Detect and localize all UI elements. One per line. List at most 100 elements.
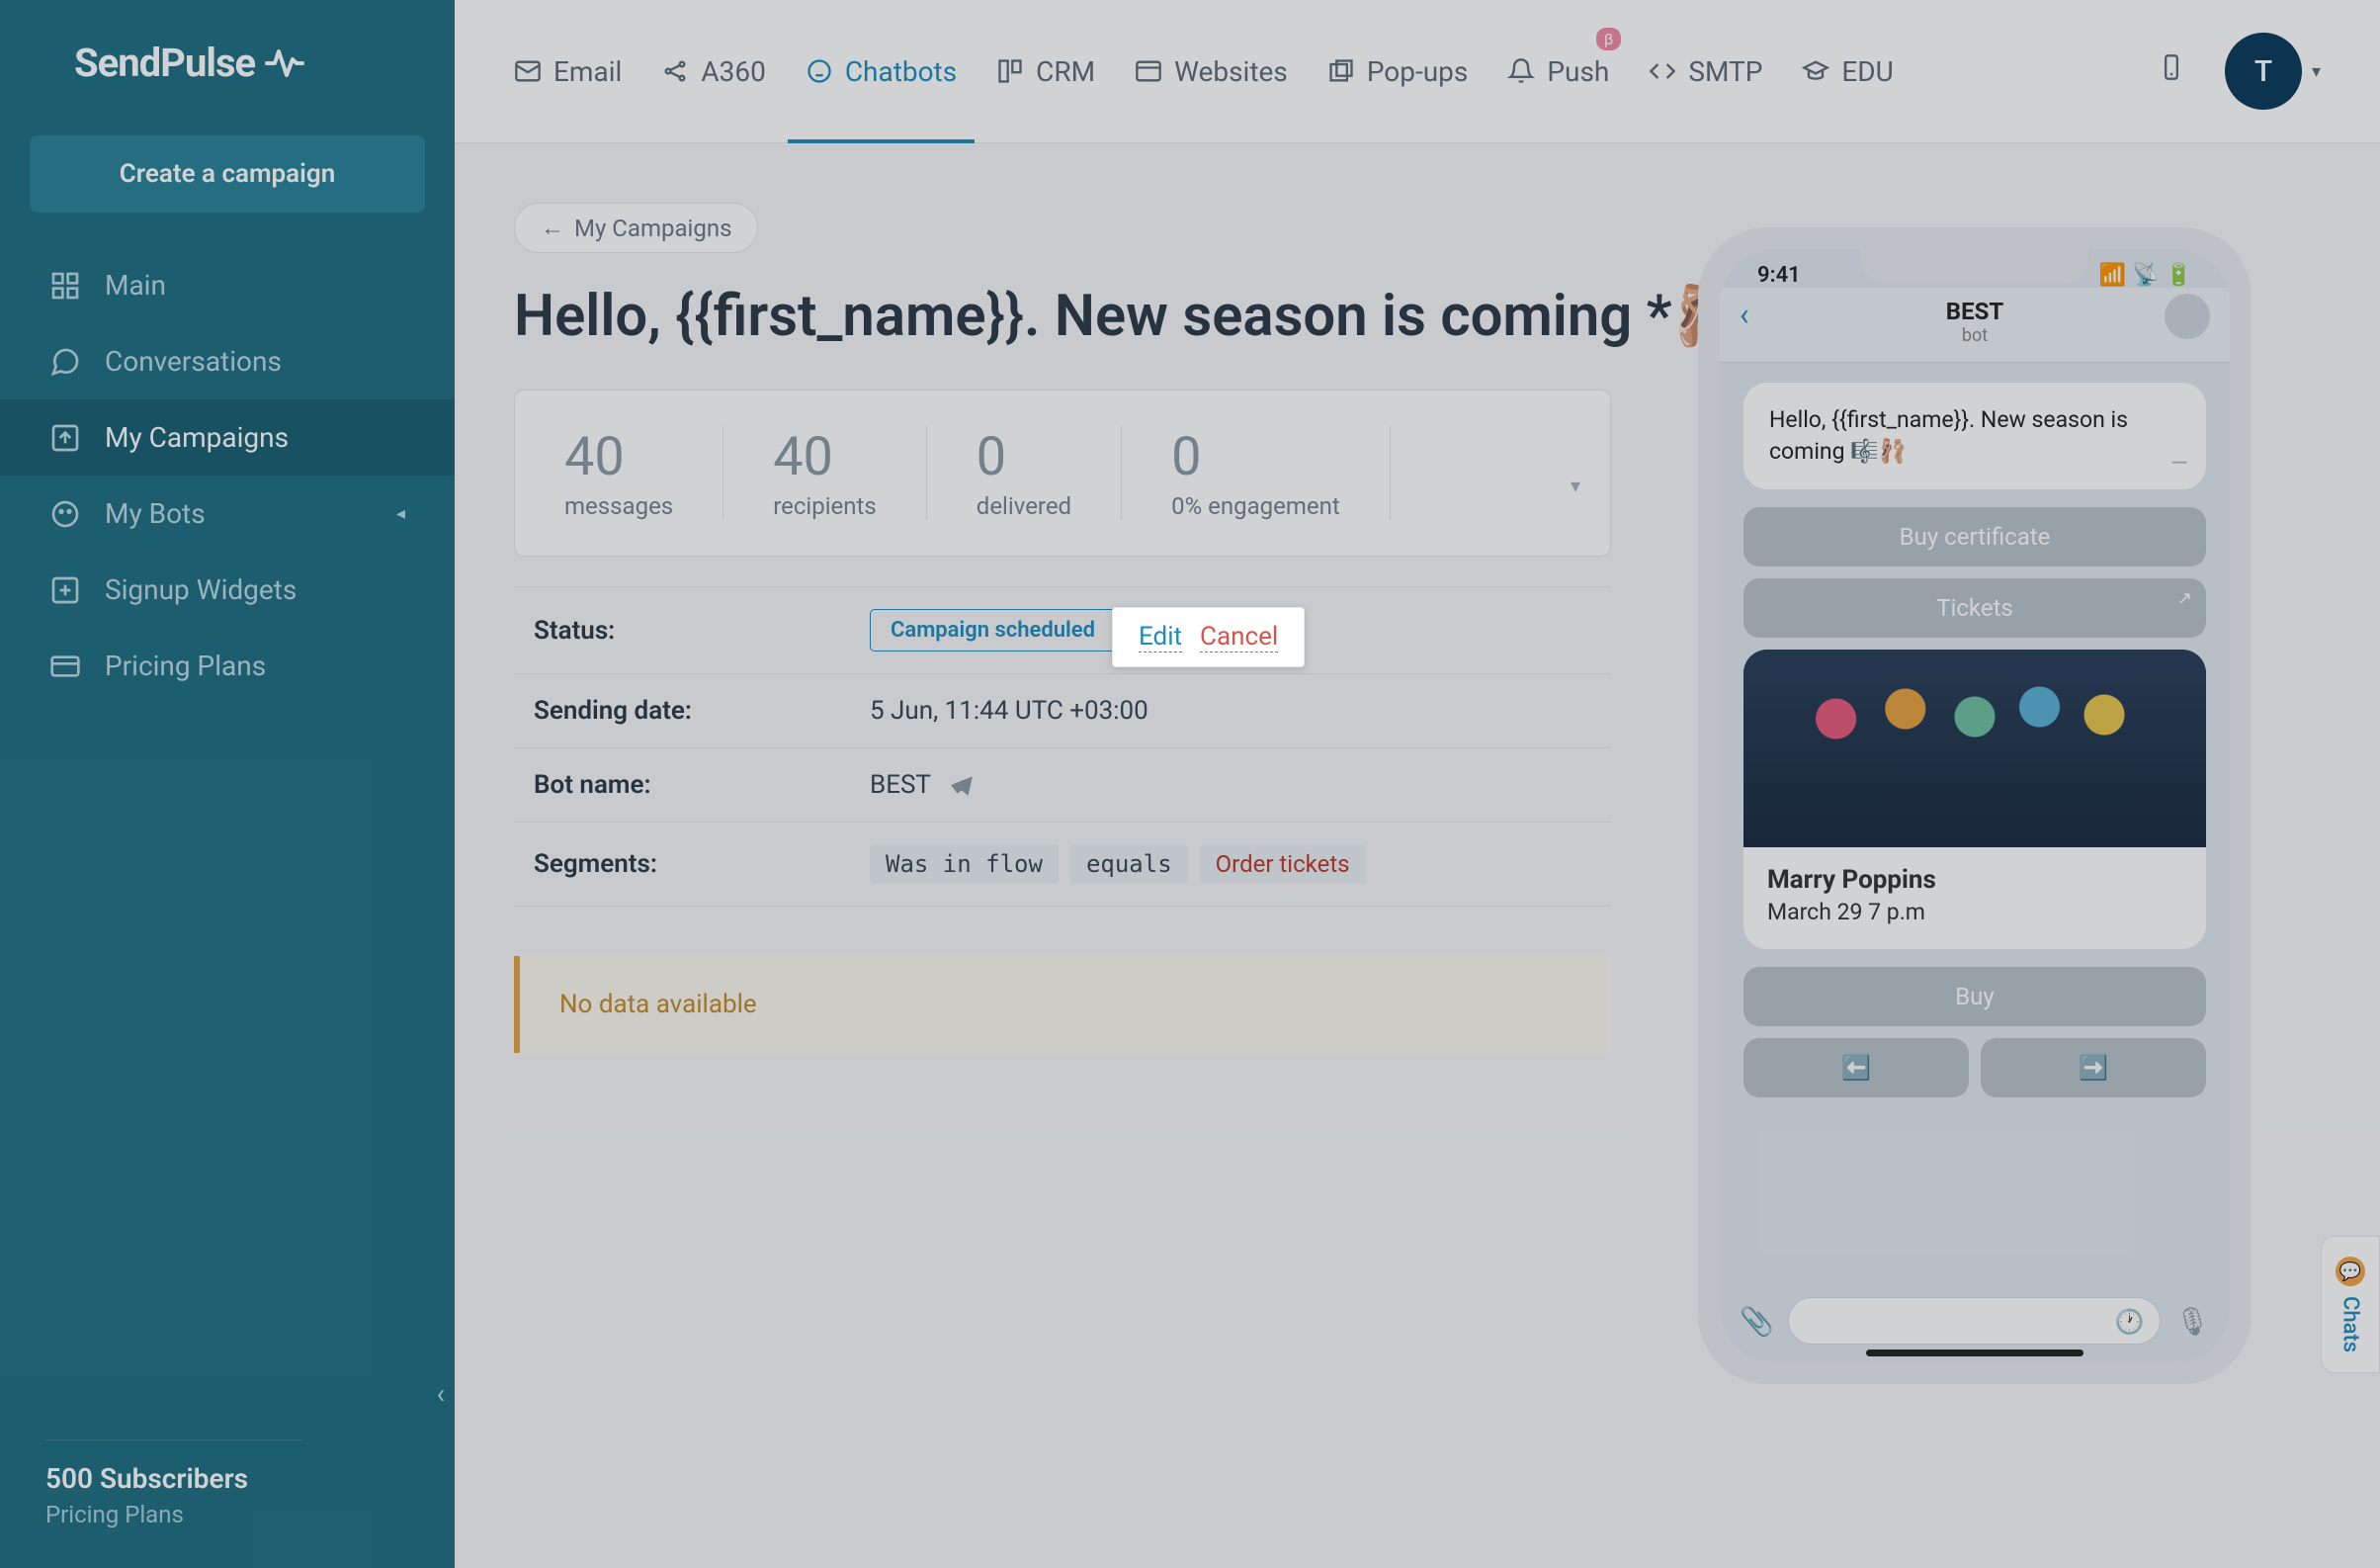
card-image xyxy=(1743,650,2206,847)
tab-push[interactable]: Pushβ xyxy=(1507,0,1609,143)
card-date: March 29 7 p.m xyxy=(1767,899,2182,925)
pricing-link[interactable]: Pricing Plans xyxy=(45,1501,302,1528)
tab-label: Websites xyxy=(1174,55,1288,88)
tickets-button[interactable]: Tickets↗ xyxy=(1743,578,2206,638)
prev-button[interactable]: ⬅️ xyxy=(1743,1038,1969,1097)
status-icons: 📶📡🔋 xyxy=(2099,263,2192,288)
home-bar xyxy=(1866,1350,2083,1356)
chat-bubble-icon: 💬 xyxy=(2336,1257,2365,1286)
phone-body: Hello, {{first_name}}. New season is com… xyxy=(1720,363,2230,1298)
telegram-icon xyxy=(949,772,975,798)
row-key: Bot name: xyxy=(534,770,870,800)
stat-messages: 40 messages xyxy=(515,426,723,520)
stat-label: recipients xyxy=(773,492,877,520)
stat-label: delivered xyxy=(977,492,1071,520)
tab-email[interactable]: Email xyxy=(514,0,622,143)
cancel-link-highlight[interactable]: Cancel xyxy=(1200,622,1278,653)
card-title: Marry Poppins xyxy=(1767,865,2182,895)
widget-icon xyxy=(49,574,81,606)
top-nav: Email A360 Chatbots CRM Websites Pop-ups… xyxy=(455,0,2380,143)
status-badge: Campaign scheduled xyxy=(870,609,1116,652)
chats-side-tab[interactable]: 💬 Chats xyxy=(2321,1236,2380,1373)
segment-value: Order tickets xyxy=(1200,844,1366,884)
buy-button[interactable]: Buy xyxy=(1743,967,2206,1026)
row-segments: Segments: Was in flow equals Order ticke… xyxy=(514,823,1611,907)
breadcrumb[interactable]: ← My Campaigns xyxy=(514,203,758,253)
mail-icon xyxy=(514,57,542,85)
segment-op: equals xyxy=(1070,844,1188,884)
logo[interactable]: SendPulse xyxy=(0,0,455,116)
stat-value: 0 xyxy=(1171,426,1340,488)
chatbot-icon xyxy=(806,57,833,85)
sidebar-item-label: Pricing Plans xyxy=(105,650,266,682)
event-card: Marry Poppins March 29 7 p.m xyxy=(1743,650,2206,949)
chats-label: Chats xyxy=(2338,1296,2363,1352)
phone-time: 9:41 xyxy=(1757,263,1801,288)
pulse-icon xyxy=(265,44,304,83)
sidebar-item-campaigns[interactable]: My Campaigns xyxy=(0,399,455,476)
chat-icon xyxy=(49,346,81,378)
button-label: Tickets xyxy=(1936,594,2013,622)
subscriber-count: 500 Subscribers xyxy=(45,1462,302,1495)
attach-icon[interactable]: 📎 xyxy=(1740,1305,1774,1338)
sidebar-item-widgets[interactable]: Signup Widgets xyxy=(0,552,455,628)
sidebar-nav: Main Conversations My Campaigns My Bots◂… xyxy=(0,247,455,704)
row-key: Status: xyxy=(534,616,870,646)
stat-value: 40 xyxy=(564,426,673,488)
tab-label: Push xyxy=(1547,55,1609,88)
create-campaign-button[interactable]: Create a campaign xyxy=(30,135,425,213)
tab-edu[interactable]: EDU xyxy=(1802,0,1893,143)
sidebar-item-conversations[interactable]: Conversations xyxy=(0,323,455,399)
divider xyxy=(45,1439,302,1440)
row-value: BEST xyxy=(870,770,975,800)
stat-delivered: 0delivered xyxy=(927,426,1122,520)
sidebar-item-main[interactable]: Main xyxy=(0,247,455,323)
stats-panel: 40 messages 40recipients 0delivered 0 0% e… xyxy=(514,390,1611,557)
stat-label: 0% engagement xyxy=(1171,492,1340,520)
logo-text: SendPulse xyxy=(74,40,255,86)
phone-input-bar: 📎 🕐 🎙 xyxy=(1740,1297,2210,1345)
sidebar-footer: 500 Subscribers Pricing Plans xyxy=(45,1439,302,1528)
buy-certificate-button[interactable]: Buy certificate xyxy=(1743,507,2206,566)
phone-subtitle: bot xyxy=(1720,325,2230,346)
row-value: Was in flow equals Order tickets xyxy=(870,844,1366,884)
message-input[interactable]: 🕐 xyxy=(1788,1297,2162,1345)
tab-a360[interactable]: A360 xyxy=(661,0,765,143)
edu-icon xyxy=(1802,57,1829,85)
tab-smtp[interactable]: SMTP xyxy=(1649,0,1762,143)
sidebar-item-pricing[interactable]: Pricing Plans xyxy=(0,628,455,704)
browser-icon xyxy=(1135,57,1162,85)
tab-websites[interactable]: Websites xyxy=(1135,0,1288,143)
sidebar-collapse-button[interactable]: ‹ xyxy=(437,1377,445,1410)
message-bubble: Hello, {{first_name}}. New season is com… xyxy=(1743,383,2206,489)
sidebar-item-label: Main xyxy=(105,269,166,302)
mic-icon[interactable]: 🎙 xyxy=(2174,1305,2210,1338)
bubble-meta: — xyxy=(2170,448,2188,479)
tab-chatbots[interactable]: Chatbots xyxy=(806,0,957,143)
sidebar-item-bots[interactable]: My Bots◂ xyxy=(0,476,455,552)
edit-link-highlight[interactable]: Edit xyxy=(1139,622,1182,653)
next-button[interactable]: ➡️ xyxy=(1981,1038,2206,1097)
stat-recipients: 40recipients xyxy=(723,426,927,520)
stats-dropdown[interactable]: ▾ xyxy=(1571,474,1580,497)
mobile-icon[interactable] xyxy=(2158,53,2185,89)
arrow-left-icon: ← xyxy=(541,214,564,242)
row-status: Status: Campaign scheduled Edit Cancel xyxy=(514,586,1611,674)
popup-icon xyxy=(1327,57,1355,85)
sidebar-item-label: My Bots xyxy=(105,497,206,530)
tab-label: Chatbots xyxy=(845,55,957,88)
phone-header: ‹ BEST bot xyxy=(1720,288,2230,363)
phone-avatar[interactable] xyxy=(2165,294,2210,339)
tab-crm[interactable]: CRM xyxy=(996,0,1095,143)
user-avatar[interactable]: T xyxy=(2225,33,2302,110)
back-icon[interactable]: ‹ xyxy=(1740,296,1749,333)
stat-label: messages xyxy=(564,492,673,520)
tab-popups[interactable]: Pop-ups xyxy=(1327,0,1469,143)
breadcrumb-label: My Campaigns xyxy=(574,215,731,242)
no-data-banner: No data available xyxy=(514,956,1611,1053)
phone-preview: 9:41 📶📡🔋 ‹ BEST bot Hello, {{first_name}… xyxy=(1698,227,2252,1384)
share-icon xyxy=(661,57,689,85)
grid-icon xyxy=(49,270,81,302)
caret-down-icon[interactable]: ▾ xyxy=(2312,61,2321,82)
tab-label: SMTP xyxy=(1688,55,1762,88)
